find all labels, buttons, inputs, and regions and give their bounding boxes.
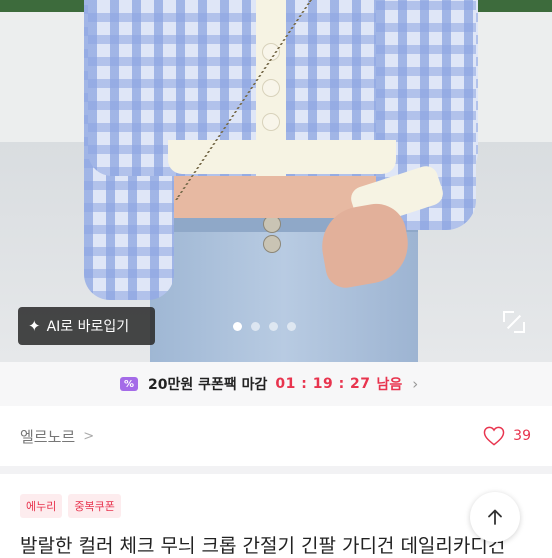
jeans-button bbox=[264, 216, 280, 232]
jeans-button bbox=[264, 236, 280, 252]
like-count: 39 bbox=[513, 428, 531, 444]
coupon-timer: 01 : 19 : 27 bbox=[275, 376, 371, 392]
arrow-up-icon bbox=[488, 509, 502, 525]
carousel-indicator bbox=[233, 322, 296, 331]
carousel-dot[interactable] bbox=[269, 322, 278, 331]
coupon-icon: % bbox=[120, 377, 138, 391]
badge-double-coupon: 중복쿠폰 bbox=[68, 494, 121, 518]
ai-try-on-button[interactable]: ✦ AI로 바로입기 bbox=[18, 307, 155, 345]
chevron-right-icon: › bbox=[412, 375, 419, 393]
product-image[interactable]: ✦ AI로 바로입기 bbox=[0, 0, 552, 362]
product-title: 발랄한 컬러 체크 무늬 크롭 간절기 긴팔 가디건 데일리카디건 bbox=[20, 535, 506, 557]
scroll-top-button[interactable] bbox=[470, 492, 520, 542]
shop-name-link[interactable]: 엘르노르 bbox=[20, 426, 75, 447]
chevron-right-icon[interactable]: > bbox=[83, 429, 94, 444]
shop-row: 엘르노르 > 39 bbox=[0, 406, 552, 466]
like-button[interactable]: 39 bbox=[483, 426, 531, 446]
section-divider bbox=[0, 466, 552, 474]
coupon-banner[interactable]: % 20만원 쿠폰팩 마감 01 : 19 : 27 남음 › bbox=[0, 362, 552, 406]
coupon-timer-suffix: 남음 bbox=[376, 377, 403, 393]
cardigan-button bbox=[263, 114, 279, 130]
fullscreen-icon[interactable] bbox=[503, 311, 525, 333]
heart-icon bbox=[483, 426, 505, 446]
cardigan-button bbox=[263, 80, 279, 96]
carousel-dot[interactable] bbox=[233, 322, 242, 331]
carousel-dot[interactable] bbox=[287, 322, 296, 331]
badge-enuri: 에누리 bbox=[20, 494, 63, 518]
carousel-dot[interactable] bbox=[251, 322, 260, 331]
coupon-text: 20만원 쿠폰팩 마감 bbox=[148, 377, 268, 393]
magic-wand-icon: ✦ bbox=[28, 317, 41, 335]
ai-try-on-label: AI로 바로입기 bbox=[46, 319, 130, 335]
product-badges: 에누리 중복쿠폰 bbox=[20, 494, 121, 518]
